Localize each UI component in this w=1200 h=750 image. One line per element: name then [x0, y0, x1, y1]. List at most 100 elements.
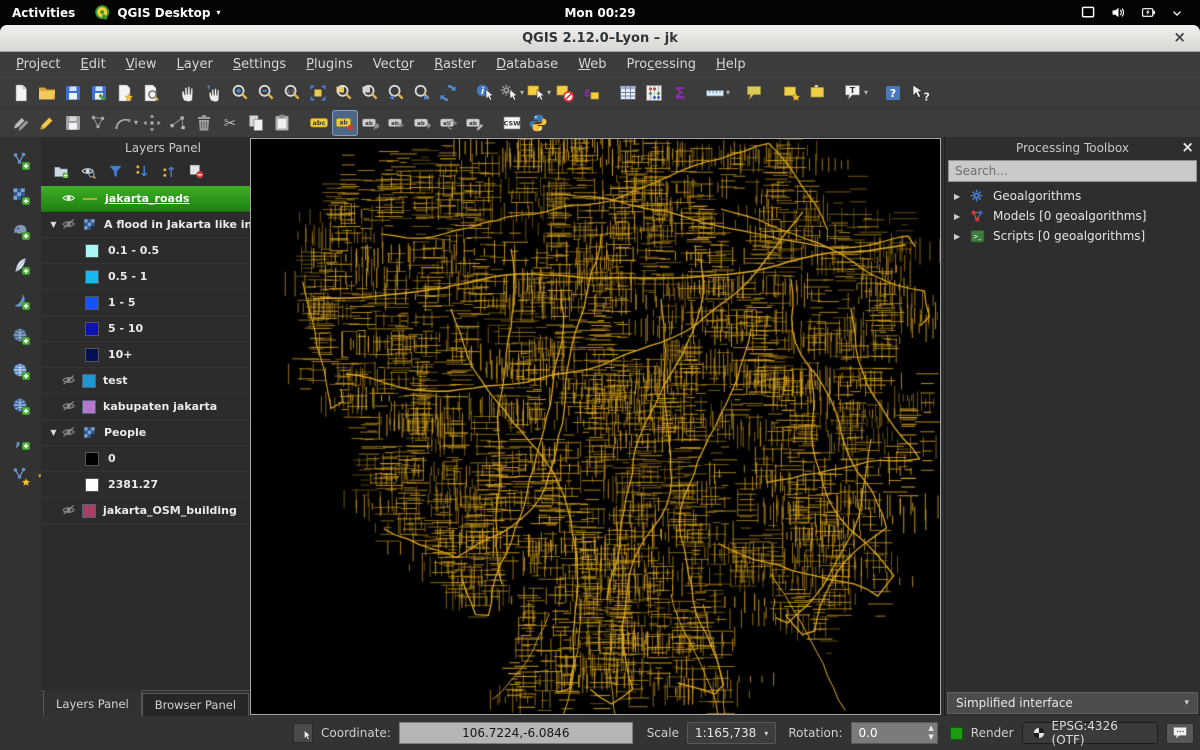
- visibility-off-icon[interactable]: [61, 502, 82, 519]
- menu-database[interactable]: Database: [486, 54, 568, 75]
- expand-all-button[interactable]: [132, 161, 152, 181]
- identify-button[interactable]: i: [472, 80, 498, 106]
- add-wfs-layer-button[interactable]: ,: [6, 427, 36, 455]
- text-annotation-button[interactable]: T▾: [842, 80, 869, 106]
- select-by-expression-button[interactable]: ε: [578, 80, 604, 106]
- statistics-button[interactable]: Σ: [667, 80, 693, 106]
- expander-icon[interactable]: ▶: [954, 192, 962, 201]
- processing-search-input[interactable]: [948, 160, 1197, 182]
- label-settings-button[interactable]: abc: [306, 110, 332, 136]
- menu-raster[interactable]: Raster: [424, 54, 486, 75]
- window-icon[interactable]: [1080, 4, 1097, 21]
- save-edits-button[interactable]: [60, 110, 86, 136]
- menu-help[interactable]: Help: [706, 54, 756, 75]
- crs-status-button[interactable]: EPSG:4326 (OTF): [1022, 722, 1158, 744]
- dropdown-arrow-icon[interactable]: ▾: [864, 88, 868, 97]
- layer-row[interactable]: ▼People: [41, 420, 285, 446]
- volume-icon[interactable]: [1110, 4, 1127, 21]
- save-project-as-button[interactable]: [86, 80, 112, 106]
- new-bookmark-button[interactable]: [779, 80, 805, 106]
- legend-class-row[interactable]: 10+: [41, 342, 285, 368]
- menu-view[interactable]: View: [116, 54, 167, 75]
- cut-features-button[interactable]: ✂: [217, 110, 243, 136]
- menu-settings[interactable]: Settings: [223, 54, 296, 75]
- layer-row[interactable]: test: [41, 368, 285, 394]
- run-feature-action-button[interactable]: ▾: [498, 80, 525, 106]
- processing-item-models[interactable]: ▶Models [0 geoalgorithms]: [945, 206, 1200, 226]
- delete-selected-button[interactable]: [191, 110, 217, 136]
- map-tips-button[interactable]: [742, 80, 768, 106]
- map-viewport[interactable]: [250, 138, 941, 715]
- expander-icon[interactable]: ▼: [46, 428, 61, 437]
- current-edits-button[interactable]: [8, 110, 34, 136]
- select-features-button[interactable]: ▾: [525, 80, 552, 106]
- processing-mode-select[interactable]: Simplified interface ▾: [947, 692, 1198, 714]
- legend-class-row[interactable]: 0.1 - 0.5: [41, 238, 285, 264]
- menu-web[interactable]: Web: [568, 54, 616, 75]
- metasearch-button[interactable]: CSW: [499, 110, 525, 136]
- visibility-off-icon[interactable]: [61, 398, 82, 415]
- add-wms-layer-button[interactable]: [6, 357, 36, 385]
- coordinate-toggle-button[interactable]: [293, 723, 313, 743]
- move-feature-button[interactable]: [139, 110, 165, 136]
- refresh-button[interactable]: [435, 80, 461, 106]
- add-oracle-layer-button[interactable]: [6, 322, 36, 350]
- chevron-down-icon[interactable]: [1170, 6, 1184, 20]
- zoom-next-button[interactable]: [409, 80, 435, 106]
- show-hide-labels-button[interactable]: ab: [384, 110, 410, 136]
- node-tool-button[interactable]: [165, 110, 191, 136]
- zoom-out-button[interactable]: [253, 80, 279, 106]
- layer-row[interactable]: jakarta_OSM_building: [41, 498, 285, 524]
- add-feature-button[interactable]: [86, 110, 112, 136]
- rotate-label-button[interactable]: ab: [436, 110, 462, 136]
- open-project-button[interactable]: [34, 80, 60, 106]
- toggle-editing-button[interactable]: [34, 110, 60, 136]
- deselect-all-button[interactable]: [552, 80, 578, 106]
- pan-to-selection-button[interactable]: [201, 80, 227, 106]
- layer-row[interactable]: ▼A flood in Jakarta like in 2007: [41, 212, 285, 238]
- system-tray[interactable]: [1080, 4, 1200, 21]
- legend-class-row[interactable]: 1 - 5: [41, 290, 285, 316]
- layer-row[interactable]: kabupaten jakarta: [41, 394, 285, 420]
- manage-visibility-button[interactable]: [78, 161, 98, 181]
- tab-browser-panel[interactable]: Browser Panel: [142, 693, 249, 718]
- visibility-on-icon[interactable]: [61, 190, 82, 207]
- menu-processing[interactable]: Processing: [617, 54, 706, 75]
- label-highlighted-button[interactable]: ab: [332, 110, 358, 136]
- new-composer-button[interactable]: [112, 80, 138, 106]
- add-mssql-layer-button[interactable]: [6, 287, 36, 315]
- zoom-last-button[interactable]: [383, 80, 409, 106]
- zoom-to-layer-button[interactable]: [357, 80, 383, 106]
- activities-button[interactable]: Activities: [12, 6, 75, 20]
- copy-features-button[interactable]: [243, 110, 269, 136]
- map-canvas[interactable]: [251, 139, 940, 714]
- add-group-button[interactable]: [51, 161, 71, 181]
- expander-icon[interactable]: ▼: [46, 220, 61, 229]
- spin-up-icon[interactable]: ▲: [928, 724, 933, 733]
- processing-item-scripts[interactable]: ▶>_Scripts [0 geoalgorithms]: [945, 226, 1200, 246]
- clock[interactable]: Mon 00:29: [564, 6, 635, 20]
- field-calculator-button[interactable]: [641, 80, 667, 106]
- battery-icon[interactable]: [1140, 4, 1157, 21]
- dropdown-arrow-icon[interactable]: ▾: [520, 88, 524, 97]
- messages-button[interactable]: [1166, 723, 1194, 744]
- collapse-all-button[interactable]: [159, 161, 179, 181]
- show-bookmarks-button[interactable]: [805, 80, 831, 106]
- new-shapefile-layer-button[interactable]: ▾: [6, 462, 36, 490]
- measure-button[interactable]: ▾: [704, 80, 731, 106]
- save-project-button[interactable]: [60, 80, 86, 106]
- change-label-button[interactable]: ab: [462, 110, 488, 136]
- open-attribute-table-button[interactable]: [615, 80, 641, 106]
- menu-vector[interactable]: Vector: [363, 54, 424, 75]
- remove-layer-button[interactable]: [186, 161, 206, 181]
- add-circular-string-button[interactable]: ▾: [112, 110, 139, 136]
- title-bar[interactable]: QGIS 2.12.0–Lyon – jk ×: [0, 25, 1200, 52]
- spin-down-icon[interactable]: ▼: [928, 733, 933, 742]
- expander-icon[interactable]: ▶: [954, 212, 962, 221]
- pan-map-button[interactable]: [175, 80, 201, 106]
- move-label-button[interactable]: ab: [410, 110, 436, 136]
- filter-legend-button[interactable]: [105, 161, 125, 181]
- menu-project[interactable]: Project: [6, 54, 71, 75]
- processing-panel-close-button[interactable]: ×: [1181, 138, 1194, 156]
- paste-features-button[interactable]: [269, 110, 295, 136]
